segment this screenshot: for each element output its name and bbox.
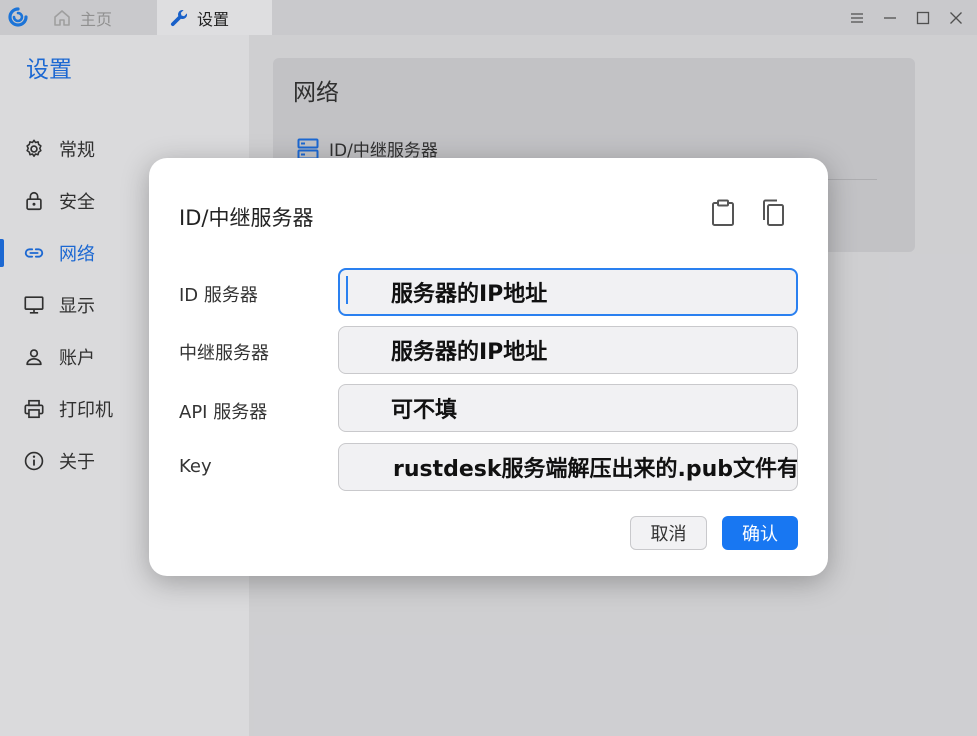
api-server-label: API 服务器	[179, 402, 268, 423]
id-relay-server-dialog: ID/中继服务器 ID 服务器 中继服务器 API 服务器 Key 取消 确认	[149, 158, 828, 576]
text-caret	[346, 276, 348, 304]
app-window: 主页 设置 设置 常规 安全 网络 显示 账户 打印机 关于 网络 ID/中继服…	[0, 0, 977, 736]
key-label: Key	[179, 456, 212, 477]
clipboard-icon	[712, 199, 734, 226]
dialog-title: ID/中继服务器	[179, 206, 314, 230]
confirm-button[interactable]: 确认	[722, 516, 798, 550]
relay-server-input[interactable]	[338, 326, 798, 374]
cancel-button[interactable]: 取消	[630, 516, 707, 550]
key-input[interactable]	[338, 443, 798, 491]
api-server-input[interactable]	[338, 384, 798, 432]
copy-icon	[763, 199, 784, 226]
relay-server-label: 中继服务器	[179, 343, 269, 364]
copy-button[interactable]	[759, 198, 787, 228]
paste-button[interactable]	[709, 198, 737, 228]
id-server-input[interactable]	[338, 268, 798, 316]
id-server-label: ID 服务器	[179, 285, 258, 306]
